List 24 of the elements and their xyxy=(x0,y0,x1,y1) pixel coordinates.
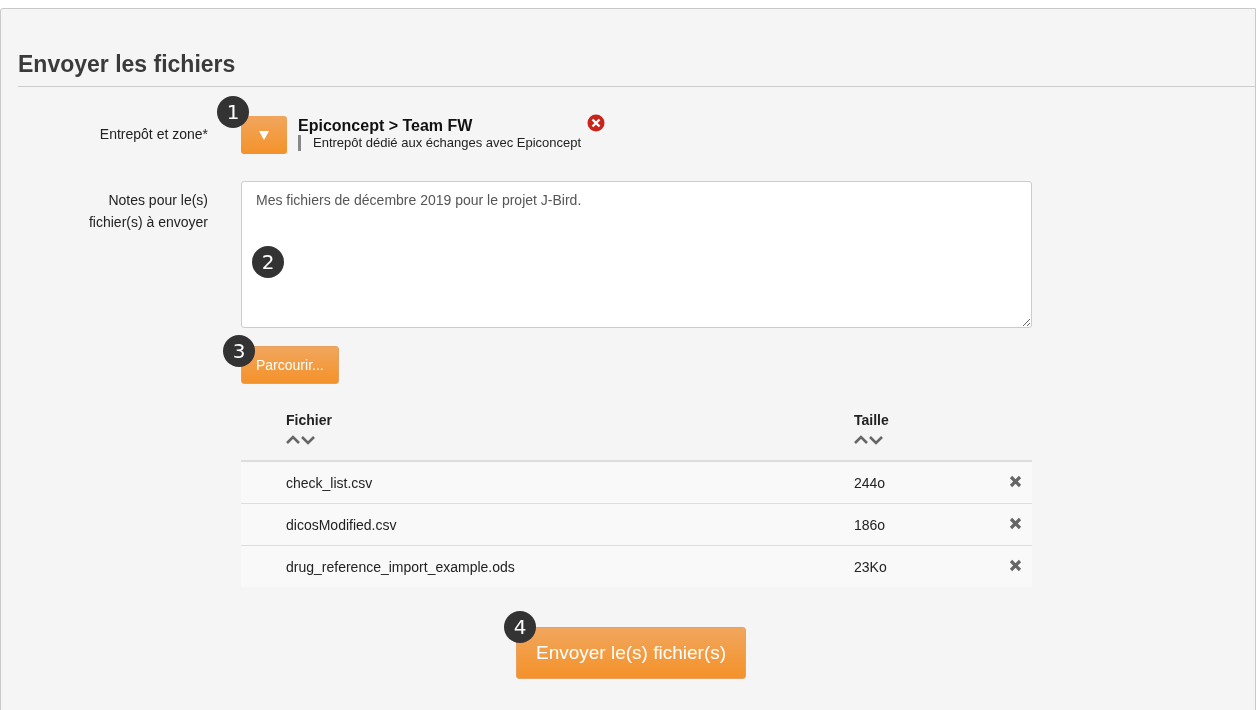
step-badge: 3 xyxy=(223,335,255,367)
delete-icon[interactable] xyxy=(1009,558,1022,572)
file-name: check_list.csv xyxy=(286,474,373,491)
file-size: 244o xyxy=(854,474,886,491)
warehouse-name: Epiconcept > Team FW xyxy=(298,117,474,135)
field-label: Entrepôt et zone* xyxy=(98,125,208,144)
remove-icon[interactable] xyxy=(587,114,606,132)
delete-icon[interactable] xyxy=(1009,474,1022,488)
caret-icon xyxy=(259,130,269,140)
page-title: Envoyer les fichiers xyxy=(18,50,237,78)
warehouse-description: Entrepôt dédié aux échanges avec Epiconcept xyxy=(298,135,582,151)
file-size: 23Ko xyxy=(854,558,887,575)
field-label: Notes pour le(s) fichier(s) à envoyer xyxy=(87,191,208,232)
column-header: Fichier xyxy=(286,412,333,428)
step-badge: 1 xyxy=(217,96,249,128)
file-name: drug_reference_import_example.ods xyxy=(286,558,515,575)
file-size: 186o xyxy=(854,516,886,533)
sort-icon[interactable] xyxy=(286,435,316,445)
sort-icon[interactable] xyxy=(854,435,884,445)
column-header: Taille xyxy=(854,412,890,428)
dropdown-button[interactable] xyxy=(241,116,287,154)
step-badge: 4 xyxy=(504,611,536,643)
file-name: dicosModified.csv xyxy=(286,516,397,533)
delete-icon[interactable] xyxy=(1009,516,1022,530)
